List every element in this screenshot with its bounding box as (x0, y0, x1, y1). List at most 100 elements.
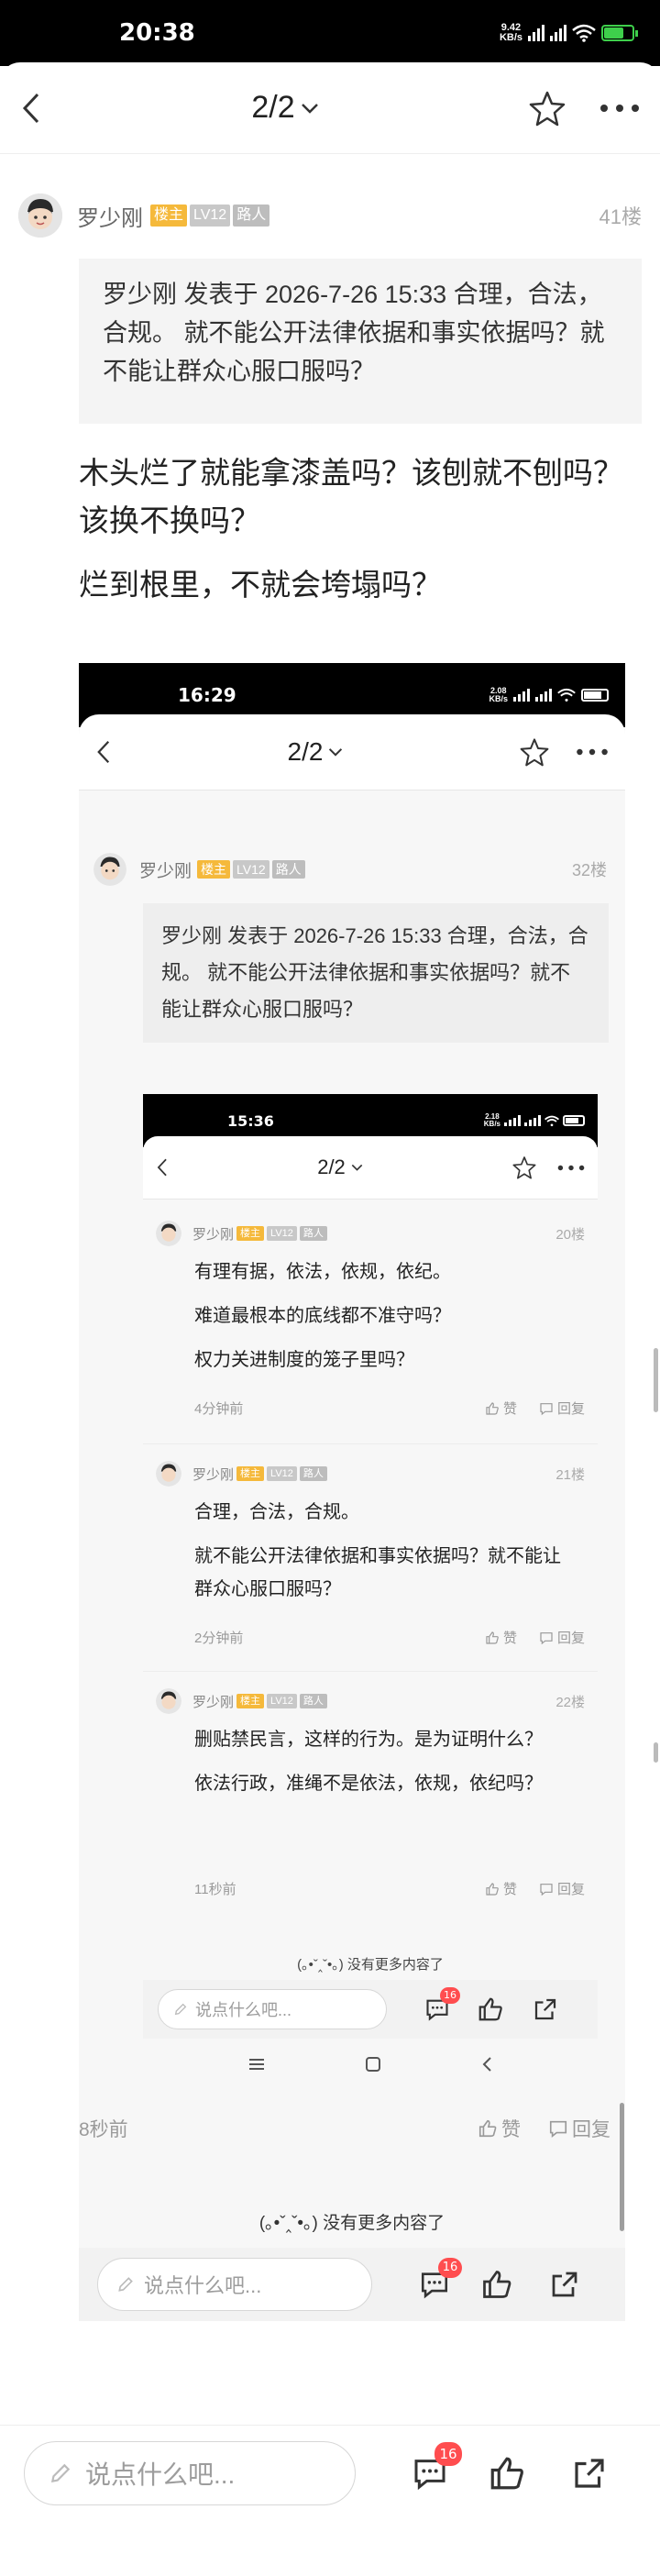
comment-icon (549, 2120, 567, 2138)
avatar[interactable] (156, 1461, 182, 1487)
comment-input[interactable]: 说点什么吧... (24, 2441, 356, 2505)
share-icon (534, 1998, 556, 2020)
back-icon[interactable] (95, 739, 112, 765)
avatar[interactable] (156, 1688, 182, 1714)
post-body: 删贴禁民言，这样的行为。是为证明什么？ 依法行政，准绳不是依法，依规，依纪吗？ (194, 1723, 576, 1800)
post-line: 依法行政，准绳不是依法，依规，依纪吗？ (194, 1774, 543, 1794)
tag-host: 楼主 (236, 1694, 265, 1708)
quote-text: 罗少刚 发表于 2026-7-26 15:33 合理，合法，合规。 就不能公开法… (161, 924, 588, 1021)
post-author[interactable]: 罗少刚 (192, 1692, 234, 1711)
post-time: 2分钟前 (194, 1631, 244, 1646)
like-button[interactable] (488, 2454, 526, 2493)
avatar[interactable] (156, 1221, 182, 1246)
tag-level: LV12 (267, 1694, 297, 1708)
post-footer: 2分钟前 赞 回复 (194, 1628, 585, 1647)
page-indicator: 2/2 (287, 737, 324, 766)
tag-level: LV12 (190, 205, 231, 227)
embedded-screenshot[interactable]: 16:29 2.08 KB/s 2/2 罗少刚 楼主 LV12 路人 32楼 罗… (79, 663, 625, 2321)
status-icons: 9.42 KB/s (500, 23, 638, 43)
quote-text: 罗少刚 发表于 2026-7-26 15:33 合理，合法，合规。 就不能公开法… (103, 281, 605, 385)
share-icon (552, 2272, 578, 2297)
top-nav: 2/2 (0, 62, 660, 154)
bottom-bar: 说点什么吧... 16 (79, 2248, 625, 2321)
share-icon (575, 2459, 604, 2488)
menu-icon[interactable] (248, 2057, 266, 2072)
page-selector[interactable]: 2/2 (317, 1155, 363, 1179)
quote-block[interactable]: 罗少刚 发表于 2026-7-26 15:33 合理，合法，合规。 就不能公开法… (79, 259, 642, 424)
like-icon (490, 2457, 523, 2490)
avatar[interactable] (94, 853, 126, 886)
tag-passerby: 路人 (299, 1226, 327, 1241)
signal-icon-2 (550, 25, 566, 41)
like-icon (483, 2271, 512, 2298)
quote-block[interactable]: 罗少刚 发表于 2026-7-26 15:33 合理，合法，合规。 就不能公开法… (143, 903, 609, 1043)
like-button[interactable] (480, 2268, 513, 2301)
no-more-content: (｡•ˇ‸ˇ•｡) 没有更多内容了 (258, 2214, 446, 2233)
reply-button[interactable]: 回复 (539, 1879, 585, 1898)
comment-icon (540, 1402, 553, 1415)
signal-icon (513, 689, 530, 702)
comments-button[interactable]: 16 (418, 2258, 462, 2300)
post-time: 11秒前 (194, 1882, 236, 1897)
no-more-content: (｡•ˇ‸ˇ•｡) 没有更多内容了 (297, 1957, 444, 1973)
home-icon[interactable] (364, 2055, 382, 2073)
more-icon[interactable] (576, 748, 609, 756)
reply-button[interactable]: 回复 (539, 1399, 585, 1418)
star-icon[interactable] (512, 1155, 537, 1179)
back-nav-icon[interactable] (480, 2055, 493, 2073)
post-line: 删贴禁民言，这样的行为。是为证明什么？ (194, 1730, 543, 1750)
like-button[interactable]: 赞 (485, 1879, 517, 1898)
reply-button[interactable]: 回复 (548, 2115, 610, 2142)
post-floor: 20楼 (556, 1226, 585, 1243)
tag-level: LV12 (267, 1466, 297, 1481)
post-header: 罗少刚 楼主 LV12 路人 22楼 (156, 1688, 585, 1714)
star-icon[interactable] (528, 90, 566, 127)
page-selector[interactable]: 2/2 (288, 737, 344, 767)
post-author[interactable]: 罗少刚 (139, 857, 192, 882)
share-button[interactable] (570, 2454, 609, 2493)
reply-button[interactable]: 回复 (539, 1628, 585, 1647)
comments-button[interactable]: 16 (411, 2442, 462, 2492)
page-selector[interactable]: 2/2 (251, 90, 318, 126)
post-author[interactable]: 罗少刚 (192, 1224, 234, 1244)
back-icon[interactable] (20, 92, 42, 125)
status-time: 16:29 (178, 684, 236, 706)
share-button[interactable] (548, 2268, 581, 2301)
chevron-down-icon (301, 102, 319, 115)
pencil-icon (174, 2003, 187, 2016)
like-button[interactable]: 赞 (485, 1628, 517, 1647)
avatar[interactable] (18, 193, 62, 238)
scrollbar[interactable] (654, 1348, 658, 1412)
post-author[interactable]: 罗少刚 (192, 1465, 234, 1484)
like-icon (486, 1882, 499, 1896)
like-button[interactable]: 赞 (478, 2115, 521, 2142)
signal-icon-2 (535, 689, 552, 702)
status-bar: 20:38 9.42 KB/s (0, 0, 660, 66)
more-icon[interactable] (557, 1165, 585, 1171)
share-button[interactable] (532, 1996, 559, 2023)
post-floor: 41楼 (599, 205, 642, 228)
status-time: 20:38 (119, 19, 195, 47)
comment-input[interactable]: 说点什么吧... (97, 2258, 372, 2311)
comments-button[interactable]: 16 (424, 1987, 460, 2022)
bottom-bar: 说点什么吧... 16 (143, 1980, 598, 2039)
like-button[interactable] (477, 1996, 504, 2023)
comment-count-badge: 16 (438, 2258, 462, 2278)
back-icon[interactable] (156, 1157, 169, 1177)
comment-input[interactable]: 说点什么吧... (158, 1989, 387, 2029)
star-icon[interactable] (519, 737, 550, 767)
like-button[interactable]: 赞 (485, 1399, 517, 1418)
chevron-down-icon (328, 746, 343, 757)
post-body: 有理有据，依法，依规，依纪。 难道最根本的底线都不准守吗？ 权力关进制度的笼子里… (194, 1255, 576, 1376)
post-footer: 8秒前 赞 回复 (79, 2115, 625, 2142)
more-icon[interactable] (600, 104, 640, 113)
tag-passerby: 路人 (233, 205, 270, 227)
like-icon (486, 1631, 499, 1644)
post-footer: 4分钟前 赞 回复 (194, 1399, 585, 1418)
post-line: 合理，合法，合规。 (194, 1502, 359, 1522)
post-author[interactable]: 罗少刚 (77, 200, 143, 232)
post-footer: 11秒前 赞 回复 (194, 1879, 585, 1898)
post-list: 罗少刚 楼主 LV12 路人 20楼 有理有据，依法，依规，依纪。 难道最根本的… (143, 1204, 598, 1919)
like-icon (478, 2119, 497, 2138)
nested-screenshot[interactable]: 15:36 2.18 KB/s 2/2 罗少刚 楼主 LV12 路人 20楼 有… (143, 1094, 598, 2039)
